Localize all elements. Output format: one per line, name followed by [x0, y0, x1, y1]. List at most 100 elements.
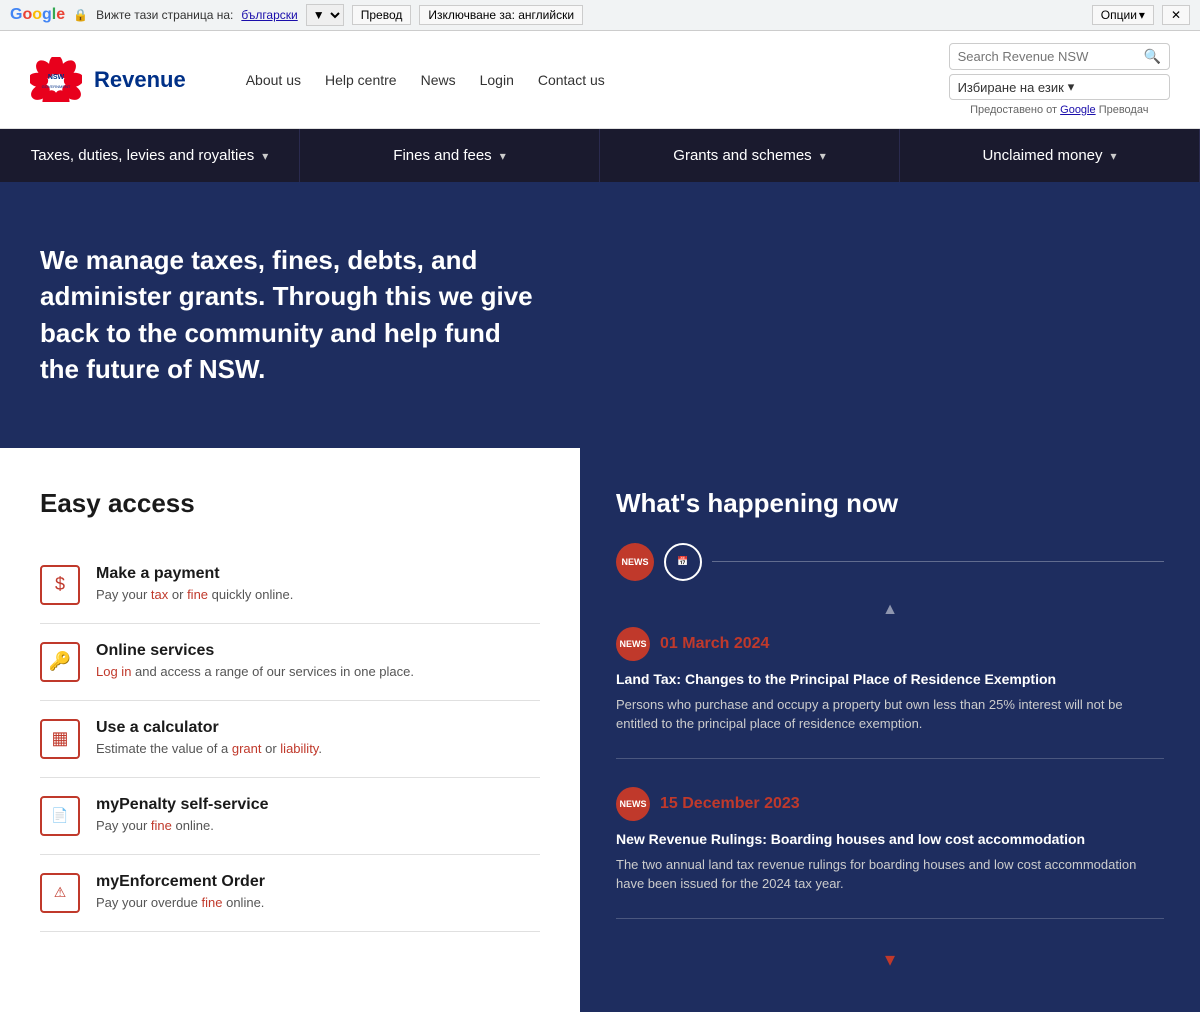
scroll-up-indicator[interactable]: ▲ [616, 601, 1164, 619]
tax-link[interactable]: tax [151, 587, 168, 602]
access-item-online[interactable]: 🔑 Online services Log in and access a ra… [40, 624, 540, 701]
news-panel: What's happening now NEWS 📅 ▲ NEWS 01 Ma… [580, 448, 1200, 1012]
news-date-2: NEWS 15 December 2023 [616, 787, 1164, 821]
payment-desc: Pay your tax or fine quickly online. [96, 587, 293, 602]
nsw-flower-icon: NSW GOVERNMENT [30, 57, 82, 102]
news-tabs: NEWS 📅 [616, 543, 1164, 581]
grant-link[interactable]: grant [232, 741, 262, 756]
news-item-2: NEWS 15 December 2023 New Revenue Ruling… [616, 787, 1164, 919]
translate-button[interactable]: Превод [352, 5, 412, 25]
fine-link-enforcement[interactable]: fine [202, 895, 223, 910]
news-badge-2: NEWS [616, 787, 650, 821]
payment-title: Make a payment [96, 565, 293, 583]
nav-fines-arrow: ▾ [500, 149, 506, 163]
site-header: NSW GOVERNMENT Revenue About us Help cen… [0, 31, 1200, 129]
nav-fines-label: Fines and fees [393, 147, 491, 164]
news-desc-2: The two annual land tax revenue rulings … [616, 855, 1164, 894]
nav-news[interactable]: News [421, 72, 456, 88]
header-right: 🔍 Избиране на език ▾ Предоставено от Goo… [949, 43, 1170, 116]
search-box[interactable]: 🔍 [949, 43, 1170, 70]
enforcement-title: myEnforcement Order [96, 873, 265, 891]
search-input[interactable] [958, 49, 1138, 64]
nav-taxes[interactable]: Taxes, duties, levies and royalties ▾ [0, 129, 300, 182]
penalty-text: myPenalty self-service Pay your fine onl… [96, 796, 269, 833]
search-icon[interactable]: 🔍 [1144, 48, 1161, 65]
nav-taxes-arrow: ▾ [262, 149, 268, 163]
nav-login[interactable]: Login [480, 72, 514, 88]
liability-link[interactable]: liability [280, 741, 318, 756]
svg-text:NSW: NSW [48, 74, 65, 81]
news-badge-1: NEWS [616, 627, 650, 661]
nav-unclaimed-label: Unclaimed money [982, 147, 1102, 164]
main-content: Easy access $ Make a payment Pay your ta… [0, 448, 1200, 1012]
language-dropdown[interactable]: ▼ [306, 4, 344, 26]
scroll-down-indicator[interactable]: ▾ [616, 947, 1164, 972]
lock-icon: 🔒 [73, 8, 88, 22]
svg-text:GOVERNMENT: GOVERNMENT [42, 84, 71, 89]
nav-unclaimed[interactable]: Unclaimed money ▾ [900, 129, 1200, 182]
news-item-1: NEWS 01 March 2024 Land Tax: Changes to … [616, 627, 1164, 759]
payment-icon: $ [40, 565, 80, 605]
access-item-enforcement[interactable]: ⚠ myEnforcement Order Pay your overdue f… [40, 855, 540, 932]
enforcement-desc: Pay your overdue fine online. [96, 895, 265, 910]
easy-access-section: Easy access $ Make a payment Pay your ta… [0, 448, 580, 1012]
penalty-icon: 📄 [40, 796, 80, 836]
calculator-title: Use a calculator [96, 719, 322, 737]
nav-grants-arrow: ▾ [820, 149, 826, 163]
nav-grants-label: Grants and schemes [673, 147, 811, 164]
access-item-calculator[interactable]: ▦ Use a calculator Estimate the value of… [40, 701, 540, 778]
nav-grants[interactable]: Grants and schemes ▾ [600, 129, 900, 182]
news-date-1: NEWS 01 March 2024 [616, 627, 1164, 661]
nav-fines[interactable]: Fines and fees ▾ [300, 129, 600, 182]
nsw-logo: NSW GOVERNMENT [30, 57, 82, 102]
enforcement-icon: ⚠ [40, 873, 80, 913]
news-title-2[interactable]: New Revenue Rulings: Boarding houses and… [616, 831, 1164, 847]
fine-link-penalty[interactable]: fine [151, 818, 172, 833]
calculator-icon: ▦ [40, 719, 80, 759]
online-desc: Log in and access a range of our service… [96, 664, 414, 679]
online-icon: 🔑 [40, 642, 80, 682]
language-link[interactable]: български [241, 8, 297, 22]
exclude-button[interactable]: Изключване за: английски [419, 5, 583, 25]
news-date-text-1: 01 March 2024 [660, 635, 769, 653]
enforcement-text: myEnforcement Order Pay your overdue fin… [96, 873, 265, 910]
calculator-text: Use a calculator Estimate the value of a… [96, 719, 322, 756]
nav-about[interactable]: About us [246, 72, 301, 88]
access-item-payment[interactable]: $ Make a payment Pay your tax or fine qu… [40, 547, 540, 624]
news-date-text-2: 15 December 2023 [660, 795, 800, 813]
login-link[interactable]: Log in [96, 664, 131, 679]
header-nav: About us Help centre News Login Contact … [246, 72, 605, 88]
close-translate-button[interactable]: ✕ [1162, 5, 1190, 25]
translate-credit: Предоставено от Google Преводач [949, 104, 1170, 116]
nav-help[interactable]: Help centre [325, 72, 397, 88]
online-text: Online services Log in and access a rang… [96, 642, 414, 679]
options-button[interactable]: Опции ▾ [1092, 5, 1154, 25]
online-title: Online services [96, 642, 414, 660]
see-page-label: Вижте тази страница на: [96, 8, 233, 22]
nav-taxes-label: Taxes, duties, levies and royalties [31, 147, 254, 164]
language-selector[interactable]: Избиране на език ▾ [949, 74, 1170, 100]
news-title-1[interactable]: Land Tax: Changes to the Principal Place… [616, 671, 1164, 687]
news-desc-1: Persons who purchase and occupy a proper… [616, 695, 1164, 734]
fine-link-payment[interactable]: fine [187, 587, 208, 602]
news-tab-news[interactable]: NEWS [616, 543, 654, 581]
logo-area[interactable]: NSW GOVERNMENT Revenue [30, 57, 186, 102]
tab-divider [712, 561, 1164, 562]
hero-section: We manage taxes, fines, debts, and admin… [0, 182, 1200, 448]
access-item-penalty[interactable]: 📄 myPenalty self-service Pay your fine o… [40, 778, 540, 855]
revenue-title: Revenue [94, 67, 186, 93]
calculator-desc: Estimate the value of a grant or liabili… [96, 741, 322, 756]
payment-text: Make a payment Pay your tax or fine quic… [96, 565, 293, 602]
news-tab-calendar[interactable]: 📅 [664, 543, 702, 581]
easy-access-heading: Easy access [40, 488, 540, 519]
nav-contact[interactable]: Contact us [538, 72, 605, 88]
google-translate-link[interactable]: Google [1060, 104, 1095, 116]
lang-arrow: ▾ [1068, 79, 1075, 95]
hero-text: We manage taxes, fines, debts, and admin… [40, 242, 540, 388]
penalty-title: myPenalty self-service [96, 796, 269, 814]
translate-bar: Google 🔒 Вижте тази страница на: българс… [0, 0, 1200, 31]
penalty-desc: Pay your fine online. [96, 818, 269, 833]
nav-unclaimed-arrow: ▾ [1111, 149, 1117, 163]
google-logo: Google [10, 6, 65, 24]
lang-label: Избиране на език [958, 80, 1064, 95]
